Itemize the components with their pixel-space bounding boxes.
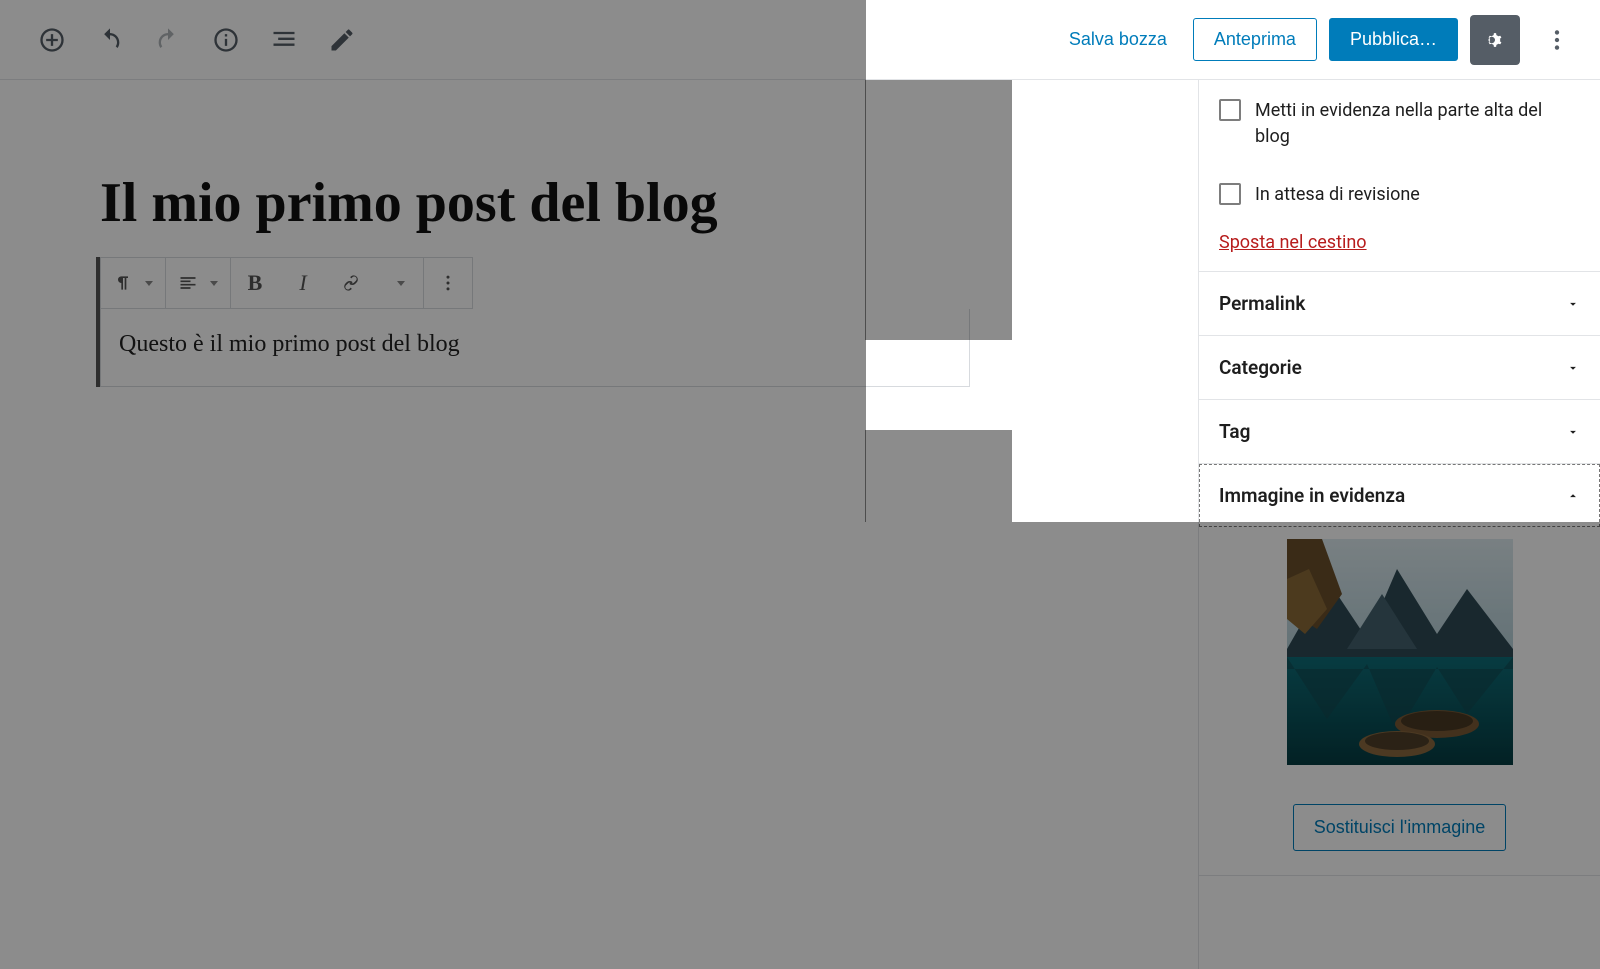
- redo-icon: [154, 26, 182, 54]
- categories-label: Categorie: [1219, 356, 1302, 379]
- block-type-button[interactable]: [101, 258, 165, 308]
- undo-button[interactable]: [86, 16, 134, 64]
- paragraph-input[interactable]: Questo è il mio primo post del blog: [100, 309, 970, 387]
- featured-image-label: Immagine in evidenza: [1219, 484, 1405, 507]
- stick-top-label: Metti in evidenza nella parte alta del b…: [1255, 98, 1580, 150]
- align-button[interactable]: [166, 258, 230, 308]
- caret-down-icon: [145, 281, 153, 286]
- chevron-down-icon: [1566, 361, 1580, 375]
- post-title[interactable]: Il mio primo post del blog: [100, 170, 912, 237]
- list-stagger-icon: [270, 26, 298, 54]
- block-navigation-button[interactable]: [260, 16, 308, 64]
- pending-review-checkbox[interactable]: [1219, 183, 1241, 205]
- categories-accordion[interactable]: Categorie: [1199, 336, 1600, 400]
- stick-top-checkbox[interactable]: [1219, 99, 1241, 121]
- edit-button[interactable]: [318, 16, 366, 64]
- undo-icon: [96, 26, 124, 54]
- block-more-button[interactable]: [424, 258, 472, 308]
- pending-review-label: In attesa di revisione: [1255, 182, 1420, 208]
- bold-button[interactable]: B: [231, 258, 279, 308]
- preview-button[interactable]: Anteprima: [1193, 18, 1317, 61]
- chevron-up-icon: [1566, 489, 1580, 503]
- permalink-accordion[interactable]: Permalink: [1199, 272, 1600, 336]
- gear-icon: [1482, 27, 1508, 53]
- save-draft-button[interactable]: Salva bozza: [1055, 19, 1181, 60]
- align-left-icon: [178, 273, 198, 293]
- move-to-trash-link[interactable]: Sposta nel cestino: [1219, 232, 1367, 253]
- chevron-down-icon: [1566, 297, 1580, 311]
- status-visibility-panel: Metti in evidenza nella parte alta del b…: [1199, 80, 1600, 272]
- editor-canvas: Il mio primo post del blog B: [0, 80, 1012, 969]
- paragraph-block: B I Questo è il mio primo post del blog: [100, 257, 912, 387]
- dots-vertical-icon: [438, 273, 458, 293]
- info-icon: [212, 26, 240, 54]
- chevron-down-icon: [1566, 425, 1580, 439]
- content-info-button[interactable]: [202, 16, 250, 64]
- add-block-button[interactable]: [28, 16, 76, 64]
- header-left: [0, 16, 366, 64]
- featured-image-accordion[interactable]: Immagine in evidenza: [1199, 464, 1600, 527]
- replace-image-button[interactable]: Sostituisci l'immagine: [1293, 804, 1507, 851]
- editor-header: Salva bozza Anteprima Pubblica…: [0, 0, 1600, 80]
- more-format-button[interactable]: [375, 258, 423, 308]
- pencil-icon: [328, 26, 356, 54]
- app: Salva bozza Anteprima Pubblica… Il mio p…: [0, 0, 1600, 969]
- link-button[interactable]: [327, 258, 375, 308]
- publish-button[interactable]: Pubblica…: [1329, 18, 1458, 61]
- pending-review-row: In attesa di revisione: [1219, 182, 1580, 208]
- block-accent: [96, 257, 100, 387]
- featured-image-thumbnail[interactable]: [1287, 539, 1513, 765]
- block-toolbar: B I: [100, 257, 473, 309]
- tags-accordion[interactable]: Tag: [1199, 400, 1600, 464]
- settings-sidebar: Metti in evidenza nella parte alta del b…: [1198, 80, 1600, 969]
- settings-button[interactable]: [1470, 15, 1520, 65]
- permalink-label: Permalink: [1219, 292, 1305, 315]
- caret-down-icon: [210, 281, 218, 286]
- redo-button[interactable]: [144, 16, 192, 64]
- link-icon: [341, 273, 361, 293]
- plus-circle-icon: [38, 26, 66, 54]
- header-right: Salva bozza Anteprima Pubblica…: [1055, 15, 1600, 65]
- stick-top-row: Metti in evidenza nella parte alta del b…: [1219, 98, 1580, 150]
- caret-down-icon: [397, 281, 405, 286]
- tags-label: Tag: [1219, 420, 1250, 443]
- more-options-button[interactable]: [1532, 15, 1582, 65]
- italic-button[interactable]: I: [279, 258, 327, 308]
- featured-image-body: Sostituisci l'immagine: [1199, 527, 1600, 876]
- pilcrow-icon: [113, 273, 133, 293]
- dots-vertical-icon: [1544, 27, 1570, 53]
